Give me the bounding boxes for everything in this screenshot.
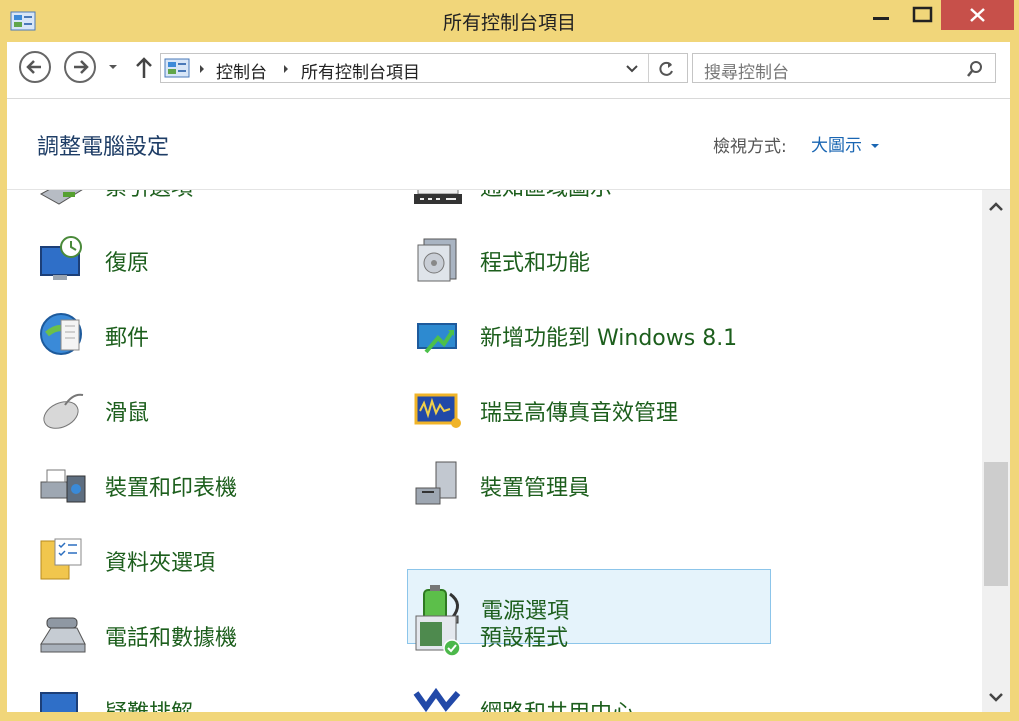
item-phone-modem[interactable]: 電話和數據機 — [37, 602, 377, 672]
item-label[interactable]: 預設程式 — [480, 620, 568, 652]
title-bar: 所有控制台項目 — [0, 0, 1019, 42]
breadcrumb-separator-icon[interactable] — [282, 64, 290, 74]
up-arrow-icon[interactable] — [132, 54, 156, 82]
devices-printers-icon — [40, 469, 86, 503]
realtek-audio-icon — [414, 393, 461, 428]
scroll-up-icon[interactable] — [982, 194, 1010, 220]
item-label[interactable]: 郵件 — [105, 320, 149, 352]
breadcrumb-separator-icon[interactable] — [198, 64, 206, 74]
recovery-icon — [40, 236, 82, 280]
control-panel-icon — [164, 58, 190, 78]
arrow-right-icon — [74, 60, 89, 74]
item-notification-area[interactable]: 通知區域圖示 — [412, 190, 772, 222]
search-icon[interactable] — [965, 59, 985, 79]
chevron-down-icon — [871, 144, 880, 148]
phone-modem-icon — [40, 617, 86, 653]
page-title: 調整電腦設定 — [37, 135, 170, 160]
navigation-bar: 控制台 所有控制台項目 搜尋控制台 — [7, 42, 1010, 99]
maximize-button[interactable] — [903, 0, 943, 30]
index-options-icon — [39, 190, 83, 205]
device-manager-icon — [415, 461, 457, 505]
view-by-value[interactable]: 大圖示 — [811, 136, 862, 156]
item-label[interactable]: 通知區域圖示 — [480, 190, 612, 202]
search-placeholder[interactable]: 搜尋控制台 — [704, 58, 789, 83]
item-label[interactable]: 裝置管理員 — [480, 470, 590, 502]
items-panel: 索引選項 復原 郵件 滑鼠 — [7, 190, 982, 712]
item-label[interactable]: 裝置和印表機 — [105, 470, 237, 502]
folder-options-icon — [40, 538, 82, 580]
recent-pages-dropdown-icon[interactable] — [106, 62, 120, 72]
address-bar[interactable]: 控制台 所有控制台項目 — [160, 53, 688, 83]
item-label[interactable]: 程式和功能 — [480, 245, 590, 277]
content-header: 調整電腦設定 檢視方式: 大圖示 — [7, 99, 1010, 190]
item-recovery[interactable]: 復原 — [37, 227, 377, 297]
scrollbar-thumb[interactable] — [984, 462, 1008, 586]
item-index-options[interactable]: 索引選項 — [37, 190, 377, 222]
address-divider — [648, 54, 649, 82]
add-features-icon — [417, 323, 457, 354]
item-troubleshooting[interactable]: 疑難排解 — [37, 677, 377, 712]
default-programs-icon — [415, 615, 461, 657]
item-label[interactable]: 復原 — [105, 245, 149, 277]
item-label[interactable]: 網路和共用中心 — [480, 695, 634, 712]
item-label[interactable]: 索引選項 — [105, 190, 193, 202]
item-devices-printers[interactable]: 裝置和印表機 — [37, 452, 377, 522]
close-button[interactable] — [941, 0, 1014, 30]
item-mouse[interactable]: 滑鼠 — [37, 377, 377, 447]
programs-features-icon — [417, 238, 457, 282]
mail-icon — [40, 313, 82, 355]
mouse-icon — [43, 393, 84, 429]
item-label[interactable]: 疑難排解 — [105, 695, 193, 712]
vertical-scrollbar[interactable] — [982, 190, 1010, 712]
back-button[interactable] — [19, 51, 51, 83]
item-label[interactable]: 資料夾選項 — [105, 545, 215, 577]
view-by-dropdown[interactable]: 大圖示 — [811, 131, 880, 156]
network-sharing-icon — [413, 687, 461, 712]
item-label[interactable]: 瑞昱高傳真音效管理 — [480, 395, 678, 427]
arrow-left-icon — [26, 60, 41, 74]
item-network-sharing[interactable]: 網路和共用中心 — [412, 677, 772, 712]
breadcrumb-all-items[interactable]: 所有控制台項目 — [301, 58, 420, 83]
forward-button[interactable] — [64, 51, 96, 83]
item-label[interactable]: 滑鼠 — [105, 395, 149, 427]
refresh-icon[interactable] — [656, 59, 676, 79]
minimize-button[interactable] — [859, 0, 903, 30]
item-realtek-audio[interactable]: 瑞昱高傳真音效管理 — [412, 377, 772, 447]
item-label[interactable]: 新增功能到 Windows 8.1 — [480, 320, 737, 352]
item-device-manager[interactable]: 裝置管理員 — [412, 452, 772, 522]
item-folder-options[interactable]: 資料夾選項 — [37, 527, 377, 597]
breadcrumb-control-panel[interactable]: 控制台 — [216, 58, 267, 83]
view-by-label: 檢視方式: — [713, 137, 787, 157]
item-default-programs[interactable]: 預設程式 — [412, 602, 772, 672]
notification-area-icon — [414, 190, 462, 204]
item-label[interactable]: 電話和數據機 — [105, 620, 237, 652]
window-frame: 控制台 所有控制台項目 搜尋控制台 調整電腦設定 檢視方式: 大圖示 復原 郵件… — [7, 42, 1010, 712]
troubleshooting-icon — [40, 692, 78, 712]
search-box[interactable]: 搜尋控制台 — [692, 53, 996, 83]
item-add-features[interactable]: 新增功能到 Windows 8.1 — [412, 302, 772, 372]
item-mail[interactable]: 郵件 — [37, 302, 377, 372]
scroll-down-icon[interactable] — [982, 684, 1010, 710]
item-programs-features[interactable]: 程式和功能 — [412, 227, 772, 297]
address-history-dropdown-icon[interactable] — [624, 62, 640, 76]
